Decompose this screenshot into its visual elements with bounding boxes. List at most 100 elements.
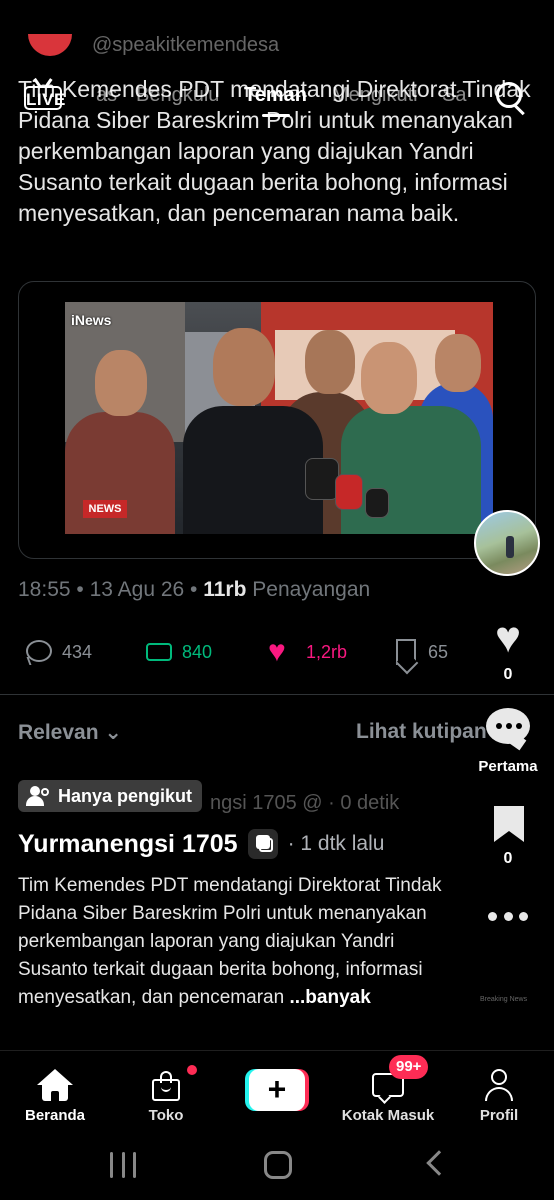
sort-label: Relevan [18, 721, 99, 744]
people-icon-head-1 [30, 786, 40, 796]
profile-icon-body [485, 1087, 513, 1101]
video-thumbnail[interactable]: iNews NEWS [65, 302, 493, 534]
reply-preview-faded: ngsi 1705 @ · 0 detik [210, 792, 400, 814]
repost-icon [144, 637, 174, 667]
meta-separator: • [76, 578, 90, 601]
video-author-row: Yurmanengsi 1705 · 1 dtk lalu [18, 826, 384, 862]
view-quotes-link[interactable]: Lihat kutipan [356, 720, 487, 744]
video-post-time: · 1 dtk lalu [287, 832, 385, 855]
repost-icon-arrows [146, 643, 172, 661]
comment-icon-dots [496, 723, 522, 729]
screen: @speakitkemendesa Tim Kemendes PDT menda… [0, 0, 554, 1200]
repost-button[interactable]: 840 [144, 630, 212, 674]
shopping-bag-icon [152, 1071, 180, 1101]
heart-icon: ♥ [268, 635, 286, 668]
sort-dropdown[interactable]: Relevan ⌄ [18, 720, 122, 745]
live-label: LIVE [26, 90, 66, 109]
home-icon [37, 1069, 73, 1101]
inbox-badge: 99+ [389, 1055, 429, 1079]
post-date: 13 Agu 26 [89, 578, 185, 601]
like-button[interactable]: ♥ 1,2rb [268, 630, 347, 674]
microphone [335, 474, 363, 510]
followers-only-badge: Hanya pengikut [18, 780, 203, 812]
notification-dot [187, 1065, 197, 1075]
video-author-name[interactable]: Yurmanengsi 1705 [18, 830, 238, 859]
favorite-bookmark-icon[interactable] [494, 806, 524, 842]
microphone [365, 488, 389, 518]
bookmark-icon [390, 637, 420, 667]
tab-sa[interactable]: Sa [442, 84, 466, 107]
tab-mengikuti[interactable]: Mengikuti [332, 84, 418, 107]
plus-icon: + [249, 1069, 305, 1111]
copy-icon-front [255, 835, 270, 849]
tab-teman[interactable]: Teman [244, 84, 307, 107]
tab-bengkulu[interactable]: Bengkulu [136, 84, 219, 107]
bookmark-button[interactable]: 65 [390, 630, 448, 674]
people-icon [26, 786, 52, 806]
person-center-body [183, 406, 323, 534]
search-icon[interactable] [494, 80, 530, 116]
creator-avatar[interactable] [474, 510, 540, 576]
views-count: 11rb [203, 578, 247, 601]
chevron-down-icon: ⌄ [104, 721, 122, 744]
repost-copy-icon [247, 829, 278, 859]
bottom-nav: Beranda Toko + 99+ Kotak Masuk Profil [0, 1050, 554, 1130]
reply-icon [24, 637, 54, 667]
like-count-rail: 0 [503, 666, 513, 683]
person-back-right-head [435, 334, 481, 392]
nav-shop[interactable]: Toko [111, 1059, 221, 1124]
create-plus-button[interactable]: + [245, 1069, 309, 1111]
profile-icon [485, 1069, 513, 1101]
views-label: Penayangan [252, 578, 371, 601]
video-channel-logo: iNews [71, 312, 112, 328]
microphone [305, 458, 339, 500]
followers-only-label: Hanya pengikut [58, 785, 193, 806]
avatar-figure [506, 536, 514, 558]
active-tab-indicator [262, 114, 290, 117]
like-count: 1,2rb [306, 641, 348, 662]
more-options-icon[interactable] [488, 912, 528, 921]
nav-profile-label: Profil [479, 1107, 519, 1124]
post-meta: 18:55 • 13 Agu 26 • 11rb Penayangan [18, 578, 370, 602]
watermark: Breaking News [480, 996, 528, 1003]
nav-home-label: Beranda [24, 1107, 86, 1124]
person-back-mid-head [305, 330, 355, 394]
system-nav-bar [0, 1130, 554, 1200]
search-icon-ring [496, 82, 522, 108]
reply-count: 434 [62, 641, 93, 662]
reply-button[interactable]: 434 [24, 630, 92, 674]
system-home-icon[interactable] [264, 1151, 292, 1179]
search-icon-handle [514, 104, 525, 116]
divider [0, 694, 554, 695]
home-icon-door [51, 1091, 59, 1101]
post-actions: 434 840 ♥ 1,2rb 65 [0, 630, 554, 674]
see-more-link[interactable]: ...banyak [289, 987, 370, 1008]
tab-as[interactable]: as [96, 84, 117, 107]
top-tabs-bar: LIVE as Bengkulu Teman Mengikuti Sa [0, 74, 554, 122]
profile-icon-head [491, 1069, 507, 1085]
video-news-badge: NEWS [83, 500, 127, 518]
favorite-count: 0 [503, 850, 513, 867]
person-center-head [213, 328, 275, 406]
media-card[interactable]: iNews NEWS [18, 281, 536, 559]
comment-icon[interactable] [486, 708, 532, 751]
live-button[interactable]: LIVE [22, 78, 66, 114]
recents-icon[interactable] [110, 1152, 136, 1178]
person-right-body [341, 406, 481, 534]
comment-label: Pertama [478, 758, 538, 775]
post-author-handle[interactable]: @speakitkemendesa [92, 34, 279, 57]
meta-separator: • [190, 578, 204, 601]
nav-profile[interactable]: Profil [444, 1059, 554, 1124]
bookmark-count: 65 [428, 641, 449, 662]
repost-count: 840 [182, 641, 213, 662]
people-icon-body-1 [26, 796, 44, 806]
person-left-head [95, 350, 147, 416]
back-icon[interactable] [426, 1150, 452, 1176]
video-caption[interactable]: Tim Kemendes PDT mendatangi Direktorat T… [18, 872, 448, 1012]
post-author-avatar[interactable] [28, 34, 72, 56]
nav-home[interactable]: Beranda [0, 1059, 110, 1124]
like-heart-icon[interactable]: ♥ [484, 616, 532, 660]
nav-inbox[interactable]: 99+ Kotak Masuk [333, 1055, 443, 1124]
nav-shop-label: Toko [148, 1107, 184, 1124]
people-icon-head-2 [41, 788, 49, 796]
